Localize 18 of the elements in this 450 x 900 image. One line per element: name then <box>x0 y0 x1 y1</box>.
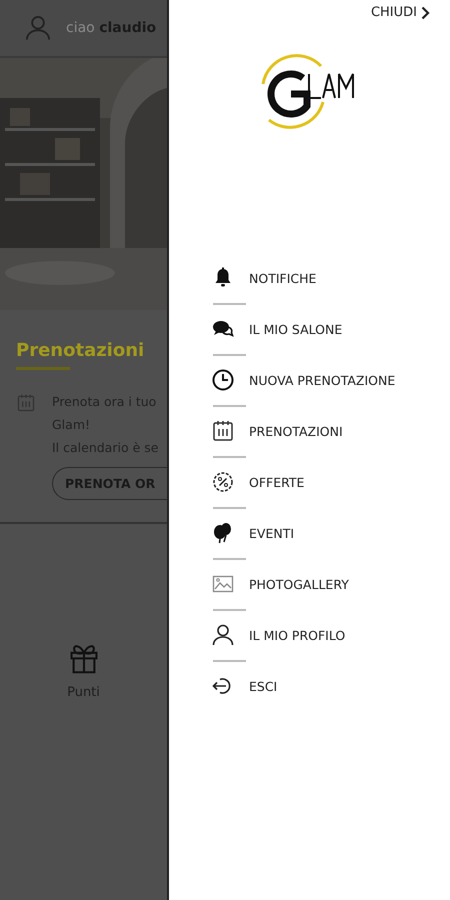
user-icon <box>211 623 235 647</box>
menu-item[interactable]: IL MIO SALONE <box>211 309 450 349</box>
menu-item[interactable]: OFFERTE <box>211 462 450 502</box>
discount-icon <box>211 470 235 494</box>
menu-item[interactable]: ESCI <box>211 666 450 706</box>
section-title: Prenotazioni <box>16 340 146 361</box>
menu-item[interactable]: NUOVA PRENOTAZIONE <box>211 360 450 400</box>
menu-item[interactable]: PHOTOGALLERY <box>211 564 450 604</box>
calendar-icon <box>211 419 235 443</box>
menu-item[interactable]: PRENOTAZIONI <box>211 411 450 451</box>
calendar-icon <box>16 392 36 414</box>
clock-icon <box>211 368 235 392</box>
close-button[interactable]: CHIUDI <box>370 5 430 20</box>
menu-item[interactable]: IL MIO PROFILO <box>211 615 450 655</box>
chevron-icon <box>421 6 430 20</box>
menu-item[interactable]: NOTIFICHE <box>211 258 450 298</box>
user-icon <box>24 14 52 42</box>
menu-item[interactable]: EVENTI <box>211 513 450 553</box>
